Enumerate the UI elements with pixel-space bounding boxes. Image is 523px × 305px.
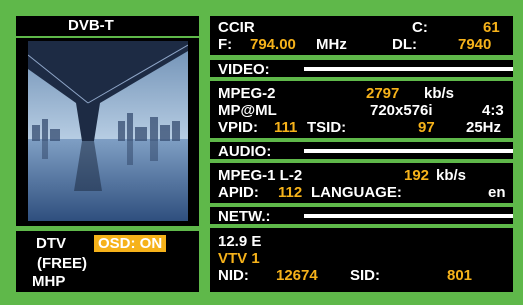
- language-label: LANGUAGE:: [311, 184, 402, 201]
- tsid-value: 97: [418, 119, 435, 136]
- video-bitrate: 2797: [366, 85, 400, 102]
- video-resolution: 720x576i: [370, 102, 433, 119]
- mhp-label: MHP: [32, 273, 66, 290]
- video-bitrate-unit: kb/s: [424, 85, 455, 102]
- frequency-label: F:: [218, 36, 233, 53]
- vpid-label: VPID:: [218, 119, 259, 136]
- apid-label: APID:: [218, 184, 259, 201]
- video-header-stripe: [304, 67, 513, 71]
- video-aspect: 4:3: [482, 102, 504, 119]
- dvb-t-label: DVB-T: [68, 17, 114, 34]
- dtv-label: DTV: [36, 235, 66, 252]
- network-header-stripe: [304, 214, 513, 218]
- dvb-t-header: DVB-T: [16, 16, 199, 36]
- video-framerate: 25Hz: [466, 119, 502, 136]
- satellite-position: 12.9 E: [218, 233, 262, 250]
- audio-section-label: AUDIO:: [218, 143, 272, 160]
- frequency-unit: MHz: [316, 36, 347, 53]
- tsid-label: TSID:: [307, 119, 347, 136]
- video-profile: MP@ML: [218, 102, 277, 119]
- standard-value: CCIR: [218, 19, 255, 36]
- bridge-city-picture: [28, 41, 188, 221]
- dl-label: DL:: [392, 36, 417, 53]
- audio-bitrate: 192: [404, 167, 430, 184]
- channel-preview-image: [28, 41, 188, 221]
- apid-value: 112: [278, 184, 303, 201]
- network-section-label: NETW.:: [218, 208, 271, 225]
- sid-value: 801: [447, 267, 473, 284]
- video-codec: MPEG-2: [218, 85, 276, 102]
- language-value: en: [488, 184, 506, 201]
- frequency-value: 794.00: [250, 36, 296, 53]
- free-label: (FREE): [37, 255, 87, 272]
- audio-bitrate-unit: kb/s: [436, 167, 467, 184]
- sid-label: SID:: [350, 267, 380, 284]
- vpid-value: 111: [274, 119, 298, 136]
- dl-value: 7940: [458, 36, 492, 53]
- channel-value: 61: [483, 19, 500, 36]
- audio-header-stripe: [304, 149, 513, 153]
- video-section-label: VIDEO:: [218, 61, 270, 78]
- osd-status-badge: OSD: ON: [94, 235, 167, 252]
- channel-label: C:: [412, 19, 428, 36]
- nid-label: NID:: [218, 267, 249, 284]
- nid-value: 12674: [276, 267, 318, 284]
- provider-name: VTV 1: [218, 250, 260, 267]
- audio-codec: MPEG-1 L-2: [218, 167, 303, 184]
